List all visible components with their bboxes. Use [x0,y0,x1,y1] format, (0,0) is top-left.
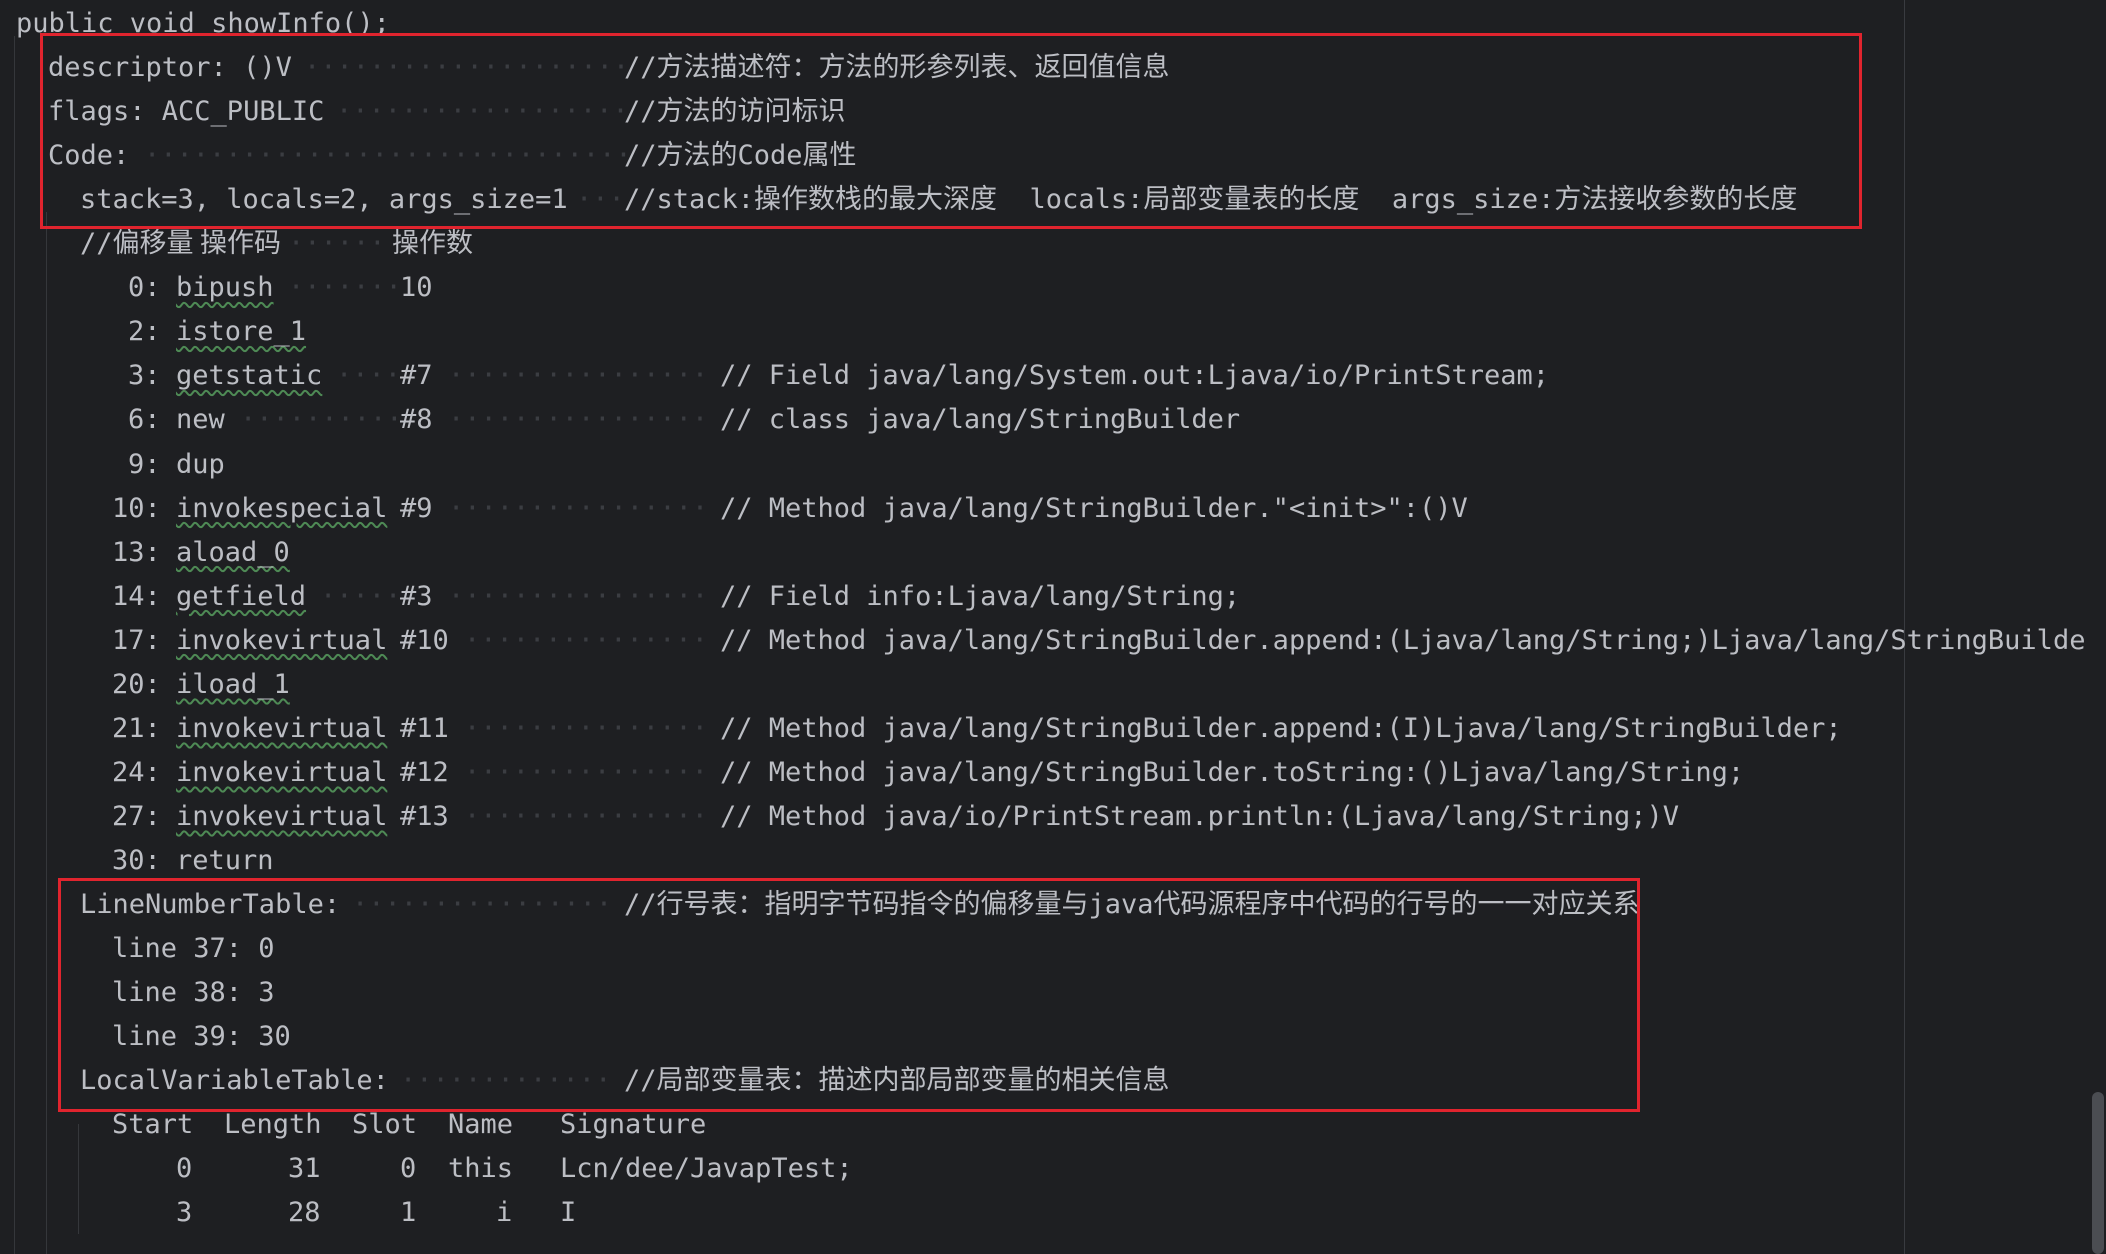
instruction-opcode: invokevirtual [176,800,388,832]
instruction-opcode: invokespecial [176,492,388,524]
lvt-cell: Lcn/dee/JavapTest; [560,1153,853,1185]
instruction-offset: 10: [112,492,161,524]
lvt-cell: 1 [400,1197,417,1229]
instruction-opcode: getstatic [176,360,323,392]
whitespace-dots: ················ [448,492,709,524]
whitespace-dots: ··············· [464,712,708,744]
instruction-operand: #3 [400,580,433,612]
instruction-comment: // Method java/io/PrintStream.println:(L… [720,800,1680,832]
instruction-offset: 24: [112,756,161,788]
instruction-operand: #9 [400,492,433,524]
instruction-opcode: return [176,844,274,876]
instruction-comment: // Field java/lang/System.out:Ljava/io/P… [720,360,1550,392]
instruction-operand: #7 [400,360,433,392]
method-meta-highlight [40,33,1862,229]
instruction-opcode: bipush [176,272,274,304]
instruction-comment: // Method java/lang/StringBuilder."<init… [720,492,1468,524]
lvt-cell: this [448,1153,514,1185]
instruction-offset: 9: [128,448,161,480]
lvt-cell: 28 [288,1197,321,1229]
whitespace-dots: ··············· [464,800,708,832]
instruction-comment: // Field info:Ljava/lang/String; [720,580,1241,612]
instruction-offset: 0: [128,272,161,304]
whitespace-dots: ················ [448,404,709,436]
instruction-offset: 21: [112,712,161,744]
whitespace-dots: ··············· [464,624,708,656]
instruction-opcode: iload_1 [176,668,290,700]
whitespace-dots: ····· [320,580,402,612]
instruction-comment: // Method java/lang/StringBuilder.append… [720,624,2106,656]
instruction-comment: // Method java/lang/StringBuilder.toStri… [720,756,1745,788]
whitespace-dots: ···· [336,360,402,392]
instruction-offset: 27: [112,800,161,832]
instruction-offset: 30: [112,844,161,876]
lvt-cell: 0 [400,1153,417,1185]
instruction-operand: #11 [400,712,449,744]
instruction-offset: 14: [112,580,161,612]
instruction-opcode: getfield [176,580,307,612]
instruction-offset: 17: [112,624,161,656]
instruction-offset: 20: [112,668,161,700]
lvt-cell: 31 [288,1153,321,1185]
whitespace-dots: ················ [448,360,709,392]
instruction-operand: #12 [400,756,449,788]
whitespace-dots: ······· [288,272,402,304]
scrollbar-thumb[interactable] [2092,1092,2104,1254]
whitespace-dots: ··············· [464,756,708,788]
instruction-opcode: invokevirtual [176,712,388,744]
instruction-operand: #10 [400,624,449,656]
instruction-offset: 3: [128,360,161,392]
instruction-opcode: invokevirtual [176,756,388,788]
indent-guide [78,1124,79,1234]
instruction-opcode: aload_0 [176,536,290,568]
code-editor[interactable]: public void showInfo(); descriptor: ()V ··… [0,0,2106,1254]
instruction-opcode: invokevirtual [176,624,388,656]
indent-guide [46,212,47,1254]
whitespace-dots: ·········· [240,404,403,436]
whitespace-dots: ················ [448,580,709,612]
instruction-operand: 10 [400,272,433,304]
instruction-opcode: new [176,404,225,436]
instruction-opcode: dup [176,448,225,480]
instruction-opcode: istore_1 [176,316,307,348]
instruction-offset: 6: [128,404,161,436]
instruction-comment: // Method java/lang/StringBuilder.append… [720,712,1842,744]
instruction-operand: #13 [400,800,449,832]
instruction-offset: 13: [112,536,161,568]
lvt-cell: i [496,1197,513,1229]
instruction-comment: // class java/lang/StringBuilder [720,404,1241,436]
lvt-cell: 3 [176,1197,193,1229]
vertical-scrollbar[interactable] [2088,0,2106,1254]
instruction-offset: 2: [128,316,161,348]
lvt-cell: I [560,1197,577,1229]
tables-highlight [58,878,1640,1112]
lvt-cell: 0 [176,1153,193,1185]
indent-guide [14,36,15,1254]
instruction-operand: #8 [400,404,433,436]
